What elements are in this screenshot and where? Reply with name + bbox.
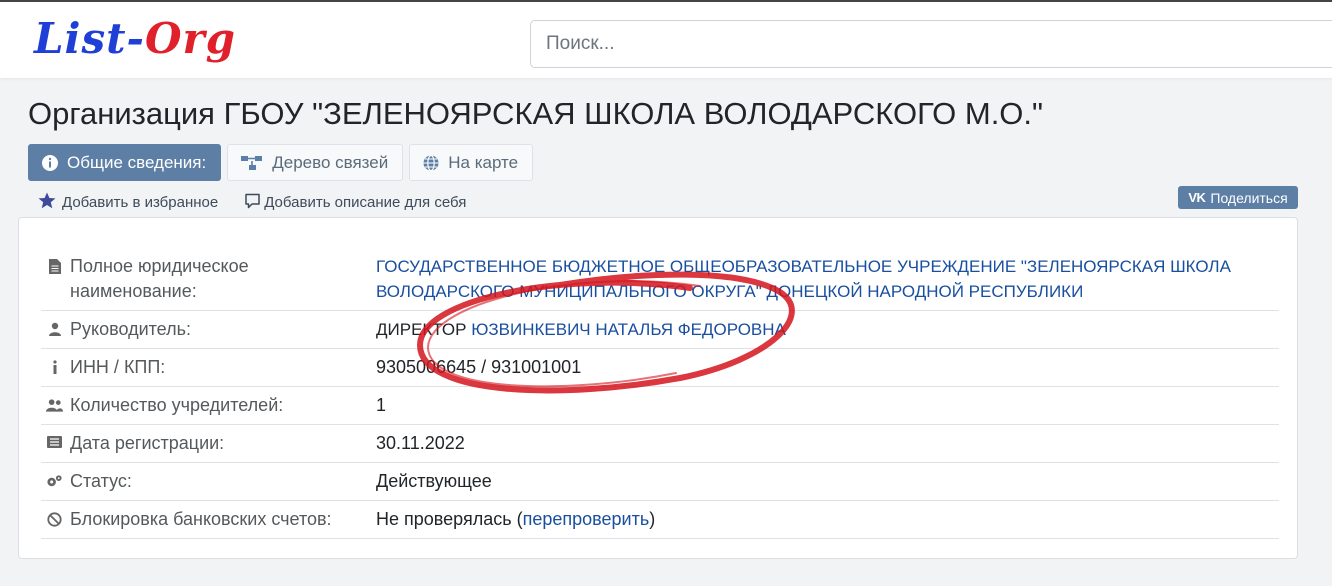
status-value: Действующее	[376, 462, 1279, 501]
table-row: ИНН / КПП: 9305006645 / 931001001	[41, 348, 1279, 387]
share-vk-button[interactable]: VK Поделиться	[1178, 186, 1298, 209]
document-icon	[46, 254, 63, 274]
founders-label: Количество учредителей:	[70, 394, 284, 415]
tab-bar: Общие сведения: Дерево связей На карте	[28, 144, 534, 181]
status-label: Статус:	[70, 470, 132, 491]
info-small-icon	[46, 349, 63, 374]
full-name-link[interactable]: ГОСУДАРСТВЕННОЕ БЮДЖЕТНОЕ ОБЩЕОБРАЗОВАТЕ…	[376, 257, 1231, 301]
full-name-label: Полное юридическое наименование:	[70, 256, 249, 301]
logo-part-list: List-	[34, 14, 145, 63]
table-row: Количество учредителей: 1	[41, 386, 1279, 425]
reg-date-label: Дата регистрации:	[70, 432, 225, 453]
vk-icon: VK	[1188, 190, 1206, 205]
tab-relations-tree[interactable]: Дерево связей	[227, 144, 404, 181]
top-bar: List-Org	[0, 0, 1332, 78]
add-to-favorites-label: Добавить в избранное	[62, 194, 219, 211]
tab-label: Дерево связей	[272, 152, 389, 172]
site-logo[interactable]: List-Org	[34, 14, 236, 64]
founders-value: 1	[376, 386, 1279, 425]
users-icon	[46, 387, 63, 412]
list-icon	[46, 425, 63, 448]
ban-icon	[46, 501, 63, 527]
block-close-paren: )	[649, 508, 656, 529]
head-position: ДИРЕКТОР	[376, 319, 467, 339]
info-table: Полное юридическое наименование: ГОСУДАР…	[41, 244, 1279, 539]
tab-general-info[interactable]: Общие сведения:	[28, 144, 222, 181]
comment-icon	[244, 193, 261, 213]
block-value: Не проверялась (	[376, 508, 523, 529]
table-row: Руководитель: ДИРЕКТОР ЮЗВИНКЕВИЧ НАТАЛЬ…	[41, 310, 1279, 349]
table-row: Блокировка банковских счетов: Не проверя…	[41, 500, 1279, 539]
inn-label: ИНН / КПП:	[70, 356, 166, 377]
table-row: Полное юридическое наименование: ГОСУДАР…	[41, 244, 1279, 311]
table-row: Статус: Действующее	[41, 462, 1279, 501]
tab-label: Общие сведения:	[67, 152, 207, 172]
tree-icon	[240, 154, 264, 172]
head-name-link[interactable]: ЮЗВИНКЕВИЧ НАТАЛЬЯ ФЕДОРОВНА	[471, 320, 786, 339]
star-icon	[38, 192, 56, 213]
add-description-link[interactable]: Добавить описание для себя	[244, 192, 466, 213]
info-card: Полное юридическое наименование: ГОСУДАР…	[18, 217, 1298, 559]
head-label: Руководитель:	[70, 318, 191, 339]
info-icon	[41, 154, 59, 172]
table-row: Дата регистрации: 30.11.2022	[41, 424, 1279, 463]
search-input[interactable]	[530, 20, 1332, 68]
user-icon	[46, 311, 63, 336]
cogs-icon	[46, 463, 63, 488]
globe-icon	[422, 154, 440, 172]
tab-on-map[interactable]: На карте	[409, 144, 534, 181]
page-title: Организация ГБОУ "ЗЕЛЕНОЯРСКАЯ ШКОЛА ВОЛ…	[28, 96, 1044, 131]
tab-label: На карте	[448, 152, 519, 172]
recheck-link[interactable]: перепроверить	[523, 509, 650, 529]
add-description-label: Добавить описание для себя	[264, 194, 467, 211]
logo-part-org: Org	[144, 14, 237, 63]
reg-date-value: 30.11.2022	[376, 424, 1279, 463]
sub-actions: Добавить в избранное Добавить описание д…	[38, 192, 466, 213]
inn-value: 9305006645 / 931001001	[376, 348, 1279, 387]
add-to-favorites-link[interactable]: Добавить в избранное	[38, 192, 218, 213]
share-label: Поделиться	[1210, 189, 1288, 206]
block-label: Блокировка банковских счетов:	[70, 508, 332, 529]
